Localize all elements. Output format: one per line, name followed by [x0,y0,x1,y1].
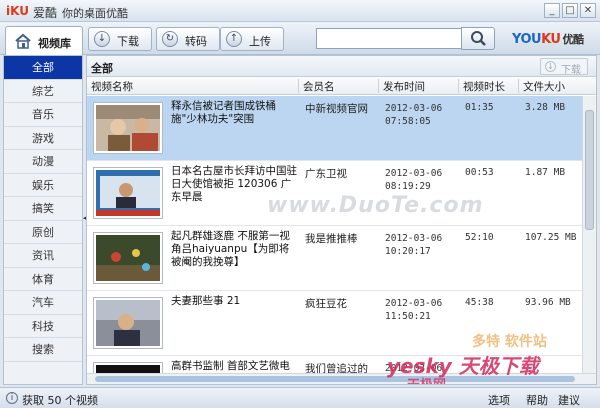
download-button[interactable]: ↓ 下载 [88,27,152,51]
brand-you: YOU [512,32,542,47]
sidebar-item-autos[interactable]: 汽车 [4,291,82,315]
sidebar-item-entertainment[interactable]: 娱乐 [4,174,82,197]
sidebar-item-search[interactable]: 搜索 [4,338,82,362]
vertical-scrollbar[interactable] [582,96,596,374]
video-thumbnail [94,298,162,348]
close-button[interactable]: ✕ [580,3,596,18]
suggest-menu[interactable]: 建议 [558,392,580,408]
vertical-scroll-thumb[interactable] [585,110,594,230]
transcode-button-label: 转码 [185,35,207,48]
window-title: 你的桌面优酷 [62,7,128,20]
download-button-label: 下载 [117,35,139,48]
minimize-button[interactable]: _ [544,3,560,18]
video-date-day: 2012-03-06 [385,233,443,244]
help-menu[interactable]: 帮助 [526,392,548,408]
status-bar: i 获取 50 个视频 选项 帮助 建议 [0,387,600,408]
upload-button[interactable]: ↑ 上传 [220,27,284,51]
sidebar-item-tech[interactable]: 科技 [4,315,82,338]
video-duration: 52:10 [465,232,494,243]
brand-ku: KU [541,32,561,47]
video-date: 2012-03-06 10:20:17 [385,232,442,258]
home-icon [15,33,31,49]
download-icon: ↓ [545,61,556,72]
sidebar-item-comedy[interactable]: 搞笑 [4,197,82,221]
video-thumbnail [94,233,162,283]
table-row[interactable]: 起凡群雄逐鹿 不服第一视角吕haiyuanpu【为即将被阉的我挽尊】 我是推推棒… [87,226,582,291]
video-duration: 45:38 [465,297,494,308]
download-icon: ↓ [94,31,110,47]
video-name: 高群书监制 首部文艺微电 [171,360,290,372]
video-date: 2012-03-06 11:50:21 [385,297,442,323]
watermark-center: www.DuoTe.com [267,193,484,218]
video-date: 2012-03-06 08:19:29 [385,167,442,193]
video-name: 夫妻那些事 21 [171,295,241,307]
video-date-day: 2012-03-06 [385,168,443,179]
sidebar-item-sports[interactable]: 体育 [4,268,82,291]
brand-cn: 优酷 [562,33,584,46]
video-date-time: 10:20:17 [385,246,431,257]
video-member: 广东卫视 [305,168,347,180]
sidebar-item-original[interactable]: 原创 [4,221,82,244]
video-member: 我是推推棒 [305,233,358,245]
toolbar: 视频库 ↓ 下载 ↻ 转码 ↑ 上传 YOUKU 优酷 [0,22,600,55]
tab-video-library-label: 视频库 [38,37,71,50]
video-date-time: 08:19:29 [385,181,431,192]
video-date-time: 07:58:05 [385,116,431,127]
video-duration: 01:35 [465,102,494,113]
video-date-day: 2012-03-06 [385,103,443,114]
search-button[interactable] [461,27,495,50]
video-thumbnail [94,103,162,153]
options-menu[interactable]: 选项 [488,392,510,408]
search-input[interactable] [316,28,462,49]
category-sidebar: 全部 综艺 音乐 游戏 动漫 娱乐 搞笑 原创 资讯 体育 汽车 科技 搜索 [3,55,83,385]
upload-button-label: 上传 [249,35,271,48]
video-size: 1.87 MB [525,167,566,178]
app-logo-text: 爱酷 [33,6,58,20]
video-name: 起凡群雄逐鹿 不服第一视角吕haiyuanpu【为即将被阉的我挽尊】 [171,230,290,268]
breadcrumb-bar: 全部 ↓ 下载 [87,56,596,77]
transcode-icon: ↻ [162,31,178,47]
title-bar: iKU 爱酷 你的桌面优酷 _ □ ✕ [0,0,600,22]
info-icon: i [6,392,18,404]
video-date-day: 2012-03-06 [385,298,443,309]
transcode-button[interactable]: ↻ 转码 [156,27,220,51]
video-list-panel: 全部 ↓ 下载 视频名称 会员名 发布时间 视频时长 文件大小 释永信被记者围成… [86,55,597,385]
watermark-tianjiwang: 天极网 [407,374,446,384]
sidebar-item-variety[interactable]: 综艺 [4,80,82,103]
video-size: 93.96 MB [525,297,571,308]
search-icon [471,31,486,46]
video-member: 中新视频官网 [305,103,368,115]
table-header: 视频名称 会员名 发布时间 视频时长 文件大小 [87,77,596,95]
column-header-date[interactable]: 发布时间 [379,79,459,93]
breadcrumb: 全部 [91,62,113,75]
video-member: 疯狂豆花 [305,298,347,310]
app-logo: iKU [6,4,29,18]
sidebar-item-news[interactable]: 资讯 [4,244,82,268]
column-header-name[interactable]: 视频名称 [87,79,299,93]
column-header-size[interactable]: 文件大小 [519,79,582,93]
video-thumbnail [94,168,162,218]
sidebar-item-all[interactable]: 全部 [4,56,82,80]
download-selected-button[interactable]: ↓ 下载 [540,58,588,76]
download-selected-label: 下载 [561,65,581,76]
tab-video-library[interactable]: 视频库 [5,26,83,55]
watermark-duote: 多特 软件站 [472,334,547,350]
video-duration: 00:53 [465,167,494,178]
status-text: 获取 50 个视频 [22,394,98,407]
video-name: 释永信被记者围成铁桶 施"少林功夫"突围 [171,100,276,125]
column-header-duration[interactable]: 视频时长 [459,79,519,93]
video-date: 2012-03-06 07:58:05 [385,102,442,128]
sidebar-item-anime[interactable]: 动漫 [4,150,82,174]
video-size: 107.25 MB [525,232,577,243]
upload-icon: ↑ [226,31,242,47]
video-size: 3.28 MB [525,102,566,113]
table-row[interactable]: 释永信被记者围成铁桶 施"少林功夫"突围 中新视频官网 2012-03-06 07… [87,96,582,161]
youku-brand-logo: YOUKU 优酷 [512,31,584,47]
sidebar-item-games[interactable]: 游戏 [4,127,82,150]
sidebar-item-music[interactable]: 音乐 [4,103,82,127]
maximize-button[interactable]: □ [562,3,578,18]
video-date-time: 11:50:21 [385,311,431,322]
column-header-member[interactable]: 会员名 [299,79,379,93]
